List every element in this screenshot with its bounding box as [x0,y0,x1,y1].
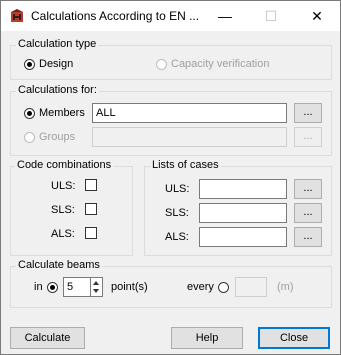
every-label: every [187,281,214,293]
spin-down-icon[interactable] [93,289,99,293]
points-input[interactable]: 5 [63,277,91,297]
calculate-beams-label: Calculate beams [16,259,102,271]
members-input[interactable]: ALL [92,103,287,123]
lists-of-cases-label: Lists of cases [150,159,221,171]
title-bar: Calculations According to EN ... — ☐ ✕ [1,1,340,31]
capacity-verification-label[interactable]: Capacity verification [171,58,269,70]
close-window-button[interactable]: ✕ [294,1,340,31]
help-button[interactable]: Help [171,327,243,349]
cases-als-label: ALS: [165,231,189,243]
design-radio[interactable] [24,59,35,70]
cases-sls-input[interactable] [199,203,287,223]
code-sls-label: SLS: [51,204,75,216]
cases-uls-label: ULS: [165,183,190,195]
code-combinations-label: Code combinations [15,159,114,171]
in-points-radio[interactable] [47,282,58,293]
window-title: Calculations According to EN ... [31,9,200,23]
members-radio[interactable] [24,108,35,119]
cases-sls-label: SLS: [165,207,189,219]
groups-label[interactable]: Groups [39,131,75,143]
calculation-type-label: Calculation type [16,38,99,50]
every-unit-label: (m) [277,281,294,293]
groups-input[interactable] [92,127,287,147]
cases-als-input[interactable] [199,227,287,247]
points-spinner[interactable] [91,277,103,297]
cases-uls-input[interactable] [199,179,287,199]
code-uls-label: ULS: [51,180,76,192]
code-als-label: ALS: [51,228,75,240]
members-label[interactable]: Members [39,107,85,119]
every-input[interactable] [235,277,267,297]
close-button[interactable]: Close [258,327,330,349]
maximize-button[interactable]: ☐ [248,1,294,31]
dialog-window: Calculations According to EN ... — ☐ ✕ C… [0,0,341,355]
code-sls-checkbox[interactable] [85,203,97,215]
groups-browse-button[interactable]: ... [294,127,322,147]
groups-radio[interactable] [24,132,35,143]
capacity-verification-radio[interactable] [156,59,167,70]
cases-uls-browse-button[interactable]: ... [294,179,322,199]
members-browse-button[interactable]: ... [294,103,322,123]
cases-als-browse-button[interactable]: ... [294,227,322,247]
calculate-button[interactable]: Calculate [10,327,85,349]
code-uls-checkbox[interactable] [85,179,97,191]
app-icon [11,9,23,22]
every-radio[interactable] [218,282,229,293]
cases-sls-browse-button[interactable]: ... [294,203,322,223]
points-label: point(s) [111,281,148,293]
minimize-button[interactable]: — [202,1,248,31]
spin-up-icon[interactable] [93,281,99,285]
design-label[interactable]: Design [39,58,73,70]
calculations-for-label: Calculations for: [16,84,99,96]
code-als-checkbox[interactable] [85,227,97,239]
in-label: in [34,281,43,293]
